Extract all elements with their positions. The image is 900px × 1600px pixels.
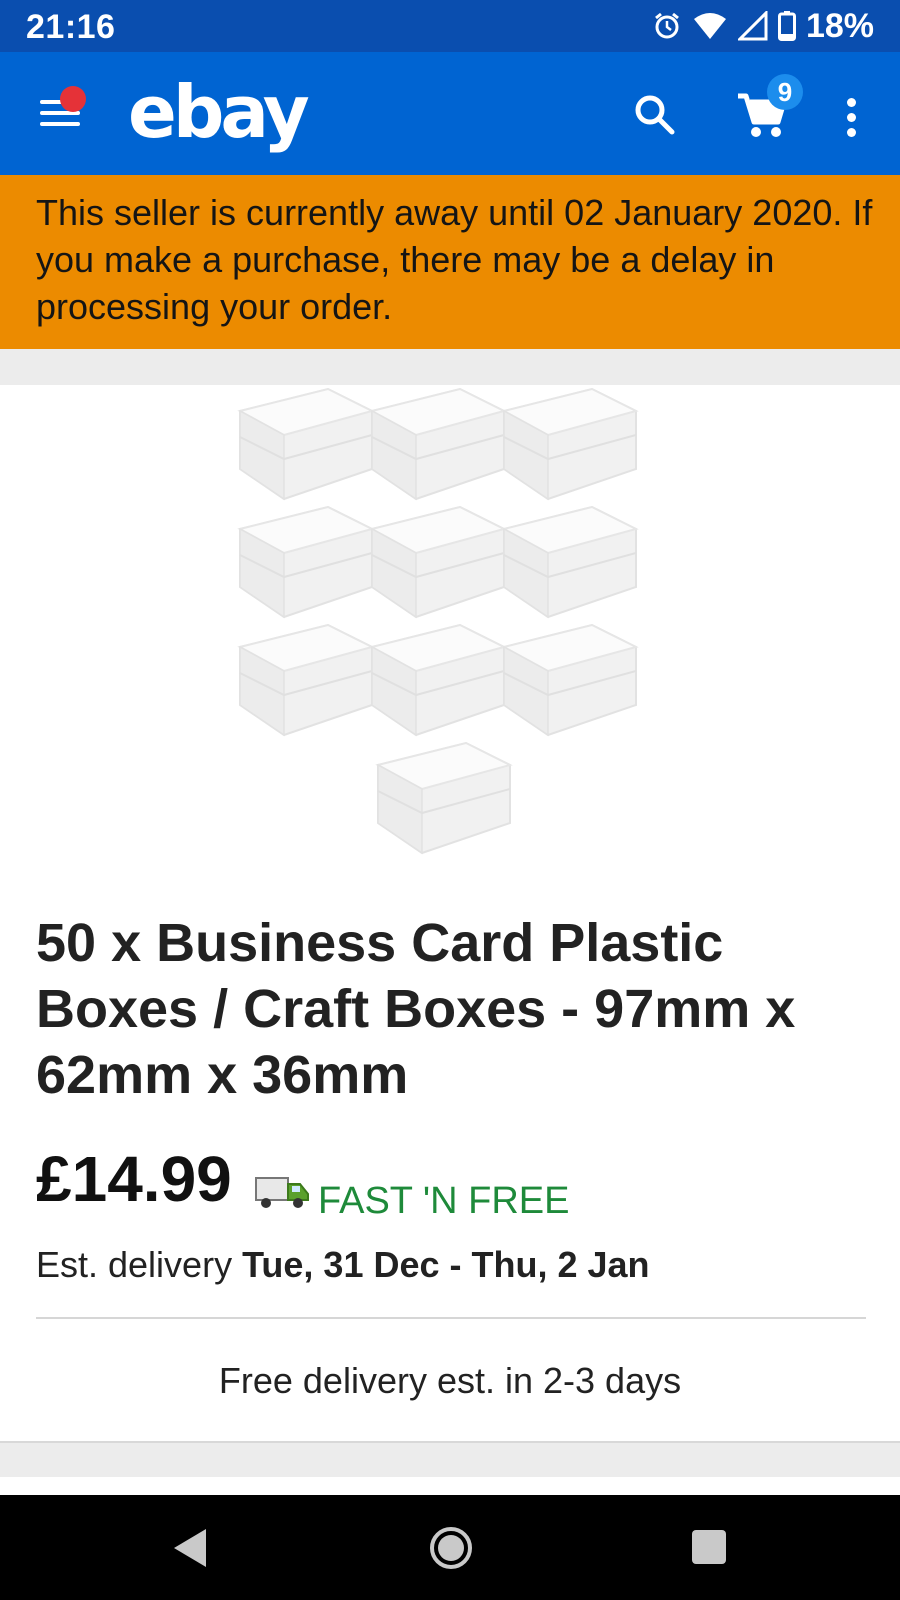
notification-dot	[60, 86, 86, 112]
ebay-logo[interactable]: ebay	[128, 70, 310, 154]
app-bar: ebay 9	[0, 52, 900, 175]
cart-count-badge: 9	[767, 74, 803, 110]
est-delivery-label: Est. delivery	[36, 1244, 233, 1285]
alarm-icon	[655, 12, 679, 39]
system-nav-bar	[0, 1495, 900, 1600]
search-icon	[635, 95, 675, 135]
battery-percentage: 18%	[805, 6, 874, 45]
wifi-icon	[693, 13, 726, 39]
section-divider-bottom	[0, 1441, 900, 1477]
price-row: £14.99 FAST 'N FREE	[36, 1142, 866, 1222]
menu-button[interactable]	[38, 86, 86, 134]
section-divider	[0, 349, 900, 385]
battery-icon	[777, 11, 796, 41]
status-bar: 21:16 18%	[0, 0, 900, 52]
more-options-button[interactable]	[836, 92, 866, 142]
recents-icon[interactable]	[692, 1530, 726, 1564]
product-title: 50 x Business Card Plastic Boxes / Craft…	[36, 913, 796, 1105]
seller-away-banner: This seller is currently away until 02 J…	[0, 175, 900, 349]
home-icon[interactable]	[428, 1525, 474, 1571]
status-time: 21:16	[26, 8, 116, 46]
product-image	[239, 388, 637, 854]
seller-away-text: This seller is currently away until 02 J…	[36, 192, 873, 327]
product-image-carousel[interactable]	[0, 385, 900, 875]
fast-n-free-badge: FAST 'N FREE	[318, 1180, 570, 1222]
back-icon[interactable]	[170, 1527, 210, 1569]
status-icons: 18%	[652, 6, 874, 45]
est-delivery-dates: Tue, 31 Dec - Thu, 2 Jan	[242, 1244, 650, 1285]
delivery-truck-icon	[255, 1177, 309, 1208]
search-button[interactable]	[630, 90, 680, 140]
divider	[36, 1317, 866, 1319]
estimated-delivery: Est. delivery Tue, 31 Dec - Thu, 2 Jan	[36, 1244, 650, 1286]
product-price: £14.99	[36, 1143, 232, 1215]
free-delivery-info[interactable]: Free delivery est. in 2-3 days	[0, 1360, 900, 1402]
signal-icon	[737, 11, 768, 41]
